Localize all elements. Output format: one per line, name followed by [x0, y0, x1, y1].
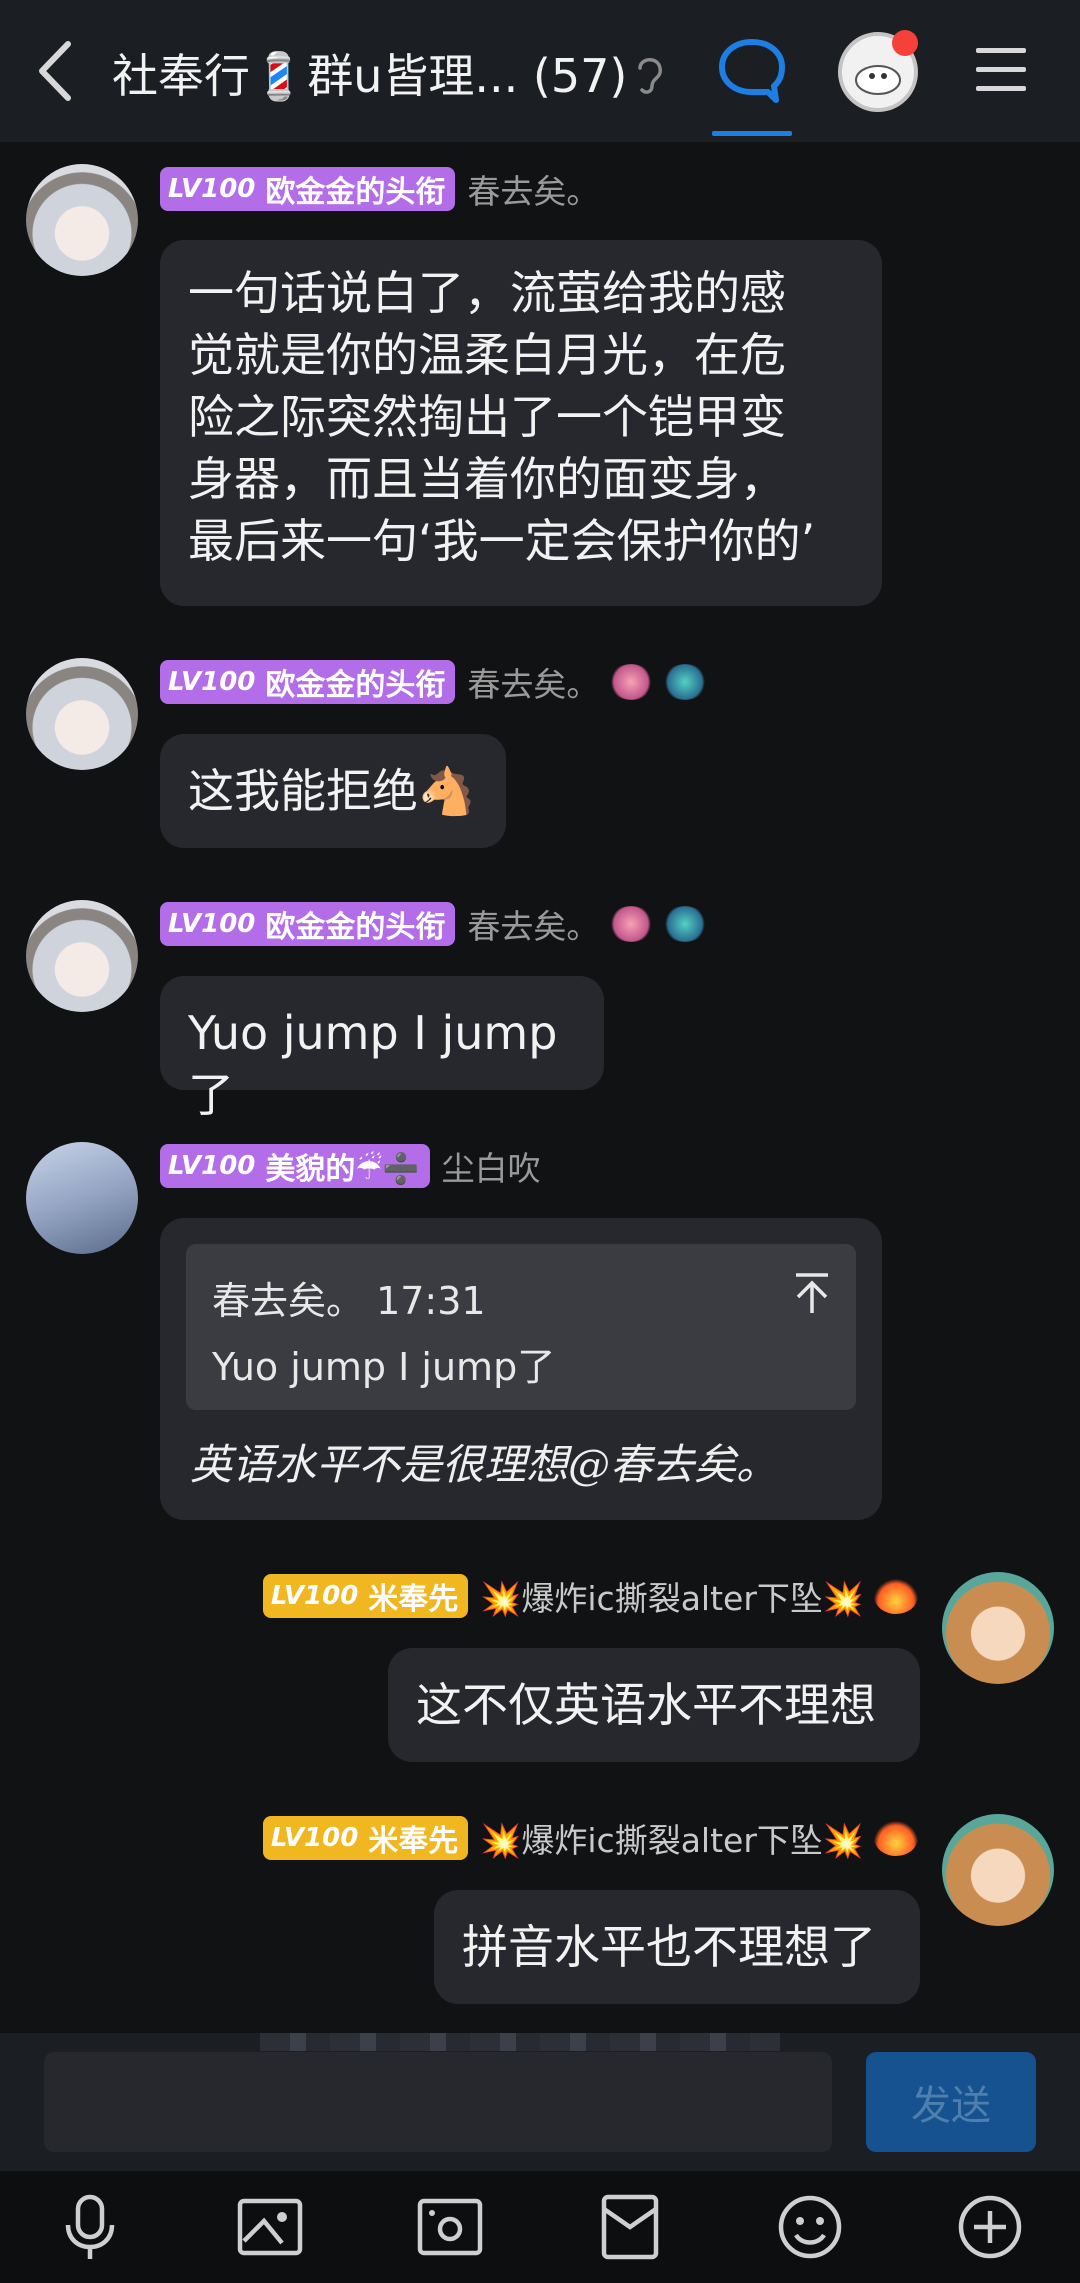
message-bubble[interactable]: 拼音水平也不理想了 [434, 1890, 920, 2004]
sender-name[interactable]: 尘白吹 [442, 1142, 541, 1190]
avatar[interactable] [26, 1142, 138, 1254]
level-badge: LV100 欧金金的头衔 [160, 167, 456, 211]
camera-icon[interactable] [414, 2191, 486, 2263]
jump-to-top-icon[interactable] [792, 1270, 832, 1316]
quoted-message[interactable]: 春去矣。 17:31 Yuo jump I jump了 [186, 1244, 856, 1410]
message-bubble[interactable]: 春去矣。 17:31 Yuo jump I jump了 英语水平不是很理想@春去… [160, 1218, 882, 1520]
medal-icon [609, 906, 654, 942]
blurred-preview [260, 2033, 780, 2051]
sender-name[interactable]: 春去矣。 [467, 658, 599, 706]
message-bubble[interactable]: 这不仅英语水平不理想 [388, 1648, 920, 1762]
message-input[interactable] [44, 2052, 832, 2152]
medal-icon [609, 664, 654, 700]
emoji-icon[interactable] [774, 2191, 846, 2263]
dragon-icon [663, 906, 708, 942]
group-title[interactable]: 社奉行💈群u皆理... (57) [112, 40, 627, 106]
chat-icon [719, 39, 785, 103]
message-meta: LV100 欧金金的头衔 春去矣。 [160, 166, 599, 212]
chat-header: 社奉行💈群u皆理... (57) [0, 0, 1080, 142]
sender-name[interactable]: 💥爆炸ic撕裂alter下坠💥 [480, 1572, 864, 1620]
microphone-icon[interactable] [54, 2191, 126, 2263]
send-button[interactable]: 发送 [866, 2052, 1036, 2152]
level-badge: LV100 米奉先 [262, 1816, 469, 1860]
sender-name[interactable]: 春去矣。 [467, 900, 599, 948]
input-toolbar [0, 2171, 1080, 2283]
message-meta: LV100 米奉先 💥爆炸ic撕裂alter下坠💥 [262, 1572, 918, 1620]
image-icon[interactable] [234, 2191, 306, 2263]
avatar[interactable] [26, 164, 138, 276]
sender-name[interactable]: 💥爆炸ic撕裂alter下坠💥 [480, 1814, 864, 1862]
fire-icon [874, 1578, 918, 1614]
message-text: 英语水平不是很理想@春去矣。 [190, 1440, 779, 1489]
avatar[interactable] [26, 900, 138, 1012]
avatar[interactable] [942, 1814, 1054, 1926]
message-meta: LV100 米奉先 💥爆炸ic撕裂alter下坠💥 [262, 1814, 918, 1862]
message-bubble[interactable]: 一句话说白了，流萤给我的感 觉就是你的温柔白月光，在危 险之际突然掏出了一个铠甲… [160, 240, 882, 606]
message-bubble[interactable]: Yuo jump I jump了 [160, 976, 604, 1122]
active-tab-indicator [712, 131, 792, 136]
avatar[interactable] [26, 658, 138, 770]
fire-icon [874, 1820, 918, 1856]
plus-icon[interactable] [954, 2191, 1026, 2263]
level-badge: LV100 美貌的☔➗ [160, 1144, 430, 1188]
back-icon[interactable] [28, 36, 88, 106]
ear-icon[interactable] [632, 52, 666, 96]
level-badge: LV100 米奉先 [262, 1574, 469, 1618]
level-badge: LV100 欧金金的头衔 [160, 902, 456, 946]
sender-name[interactable]: 春去矣。 [467, 165, 599, 213]
chat-tab[interactable] [712, 30, 792, 136]
notification-dot [892, 30, 918, 56]
avatar[interactable] [942, 1572, 1054, 1684]
menu-icon[interactable] [976, 48, 1026, 92]
message-meta: LV100 欧金金的头衔 春去矣。 [160, 658, 708, 706]
message-meta: LV100 美貌的☔➗ 尘白吹 [160, 1143, 541, 1189]
dragon-icon [663, 664, 708, 700]
message-meta: LV100 欧金金的头衔 春去矣。 [160, 900, 708, 948]
level-badge: LV100 欧金金的头衔 [160, 660, 456, 704]
message-bubble[interactable]: 这我能拒绝🐴 [160, 734, 506, 848]
red-packet-icon[interactable] [594, 2191, 666, 2263]
